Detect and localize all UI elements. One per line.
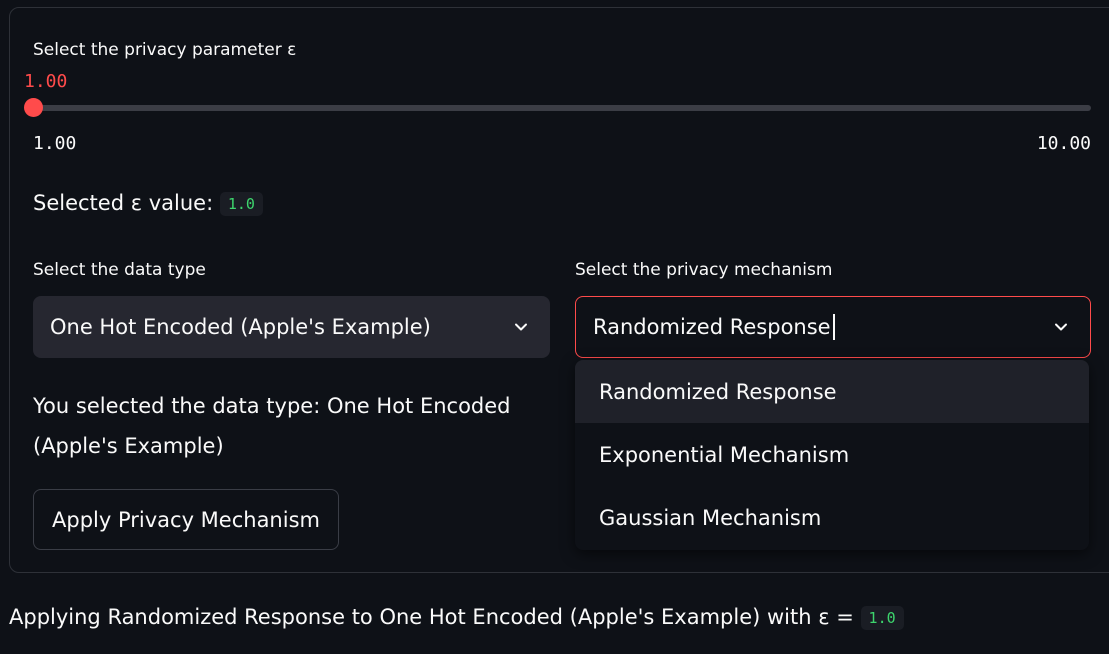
data-type-label: Select the data type	[33, 260, 206, 280]
mechanism-option-exponential-mechanism[interactable]: Exponential Mechanism	[575, 423, 1089, 486]
result-epsilon-value: 1.0	[860, 606, 904, 630]
data-type-description: You selected the data type: One Hot Enco…	[33, 394, 511, 458]
mechanism-option-gaussian-mechanism[interactable]: Gaussian Mechanism	[575, 486, 1089, 549]
result-text: Applying Randomized Response to One Hot …	[9, 605, 854, 629]
chevron-down-icon	[515, 323, 527, 331]
selected-epsilon-value: 1.0	[219, 192, 263, 216]
mechanism-dropdown-menu: Randomized Response Exponential Mechanis…	[575, 360, 1089, 550]
chevron-down-icon	[1055, 323, 1067, 331]
data-type-select[interactable]: One Hot Encoded (Apple's Example)	[33, 296, 550, 358]
mechanism-select[interactable]: Randomized Response	[575, 296, 1091, 358]
result-line: Applying Randomized Response to One Hot …	[9, 605, 904, 630]
epsilon-slider-max-label: 10.00	[1036, 133, 1091, 154]
mechanism-label: Select the privacy mechanism	[575, 260, 833, 280]
text-cursor	[832, 314, 835, 340]
apply-privacy-mechanism-button[interactable]: Apply Privacy Mechanism	[33, 489, 339, 550]
mechanism-selected-value: Randomized Response	[593, 315, 831, 339]
epsilon-slider-label: Select the privacy parameter ε	[33, 40, 297, 60]
selected-epsilon-text: Selected ε value:	[33, 191, 214, 215]
epsilon-slider-current-value: 1.00	[24, 71, 68, 92]
epsilon-slider-min-label: 1.00	[33, 133, 77, 154]
data-type-selected-value: One Hot Encoded (Apple's Example)	[50, 315, 431, 339]
epsilon-slider-thumb[interactable]	[24, 98, 43, 117]
selected-epsilon-line: Selected ε value: 1.0	[33, 191, 263, 216]
epsilon-slider-track[interactable]	[33, 105, 1091, 111]
mechanism-option-randomized-response[interactable]: Randomized Response	[575, 360, 1089, 423]
